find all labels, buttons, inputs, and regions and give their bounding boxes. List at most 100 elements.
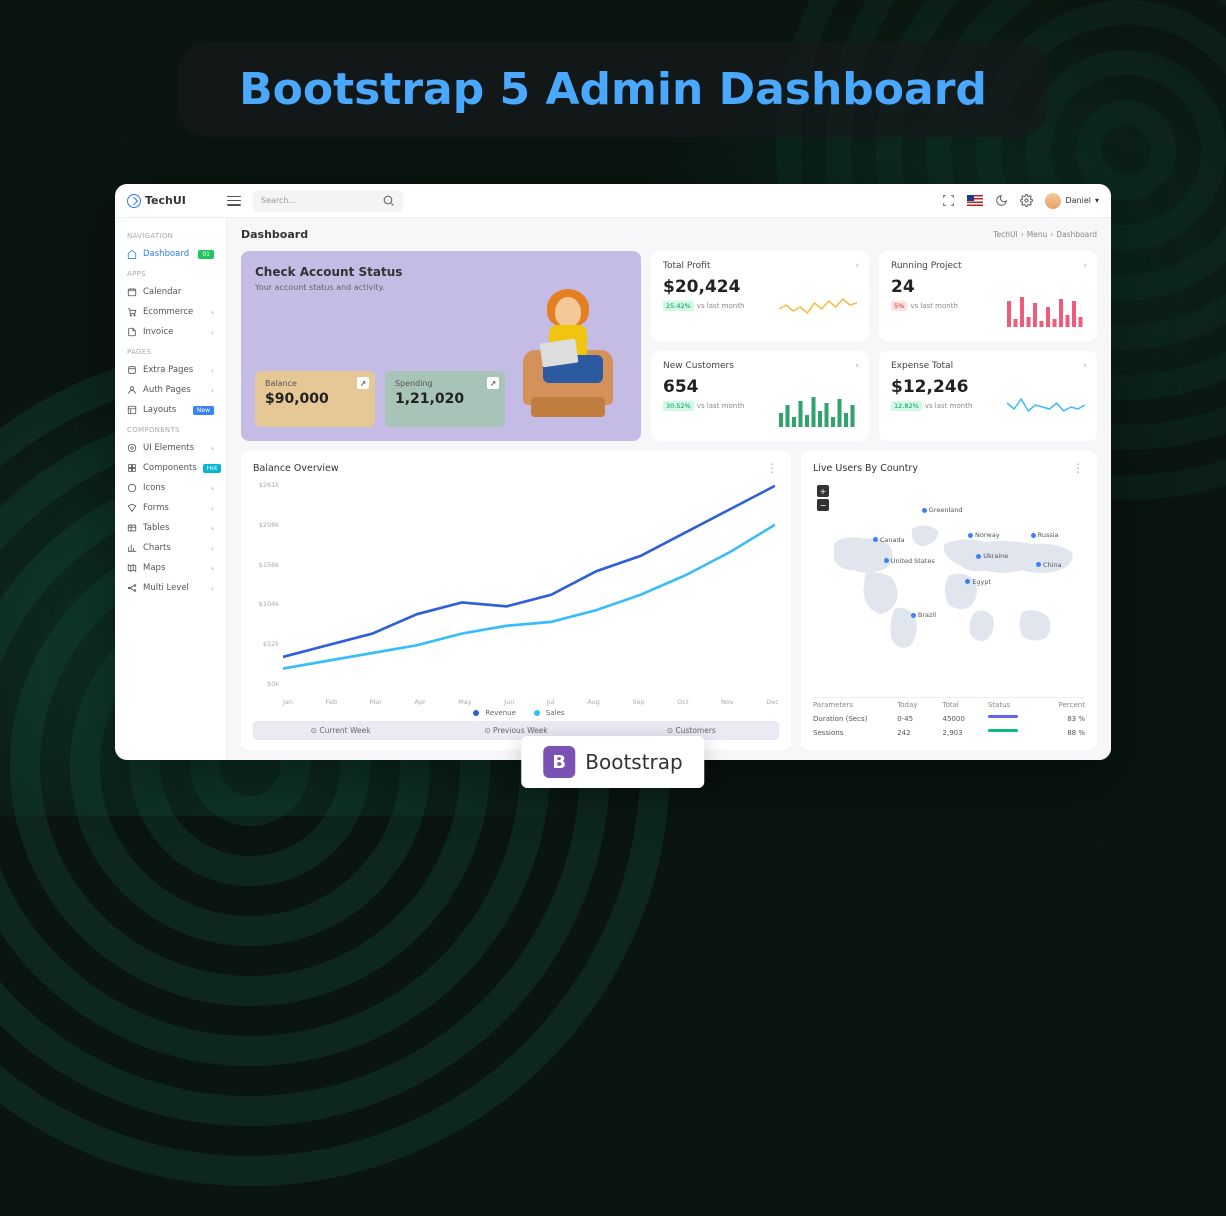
sidebar-item-tables[interactable]: Tables›	[115, 518, 226, 538]
sidebar-item-layouts[interactable]: Layouts New	[115, 400, 226, 420]
chevron-right-icon: ›	[211, 444, 214, 453]
country-marker[interactable]: Norway	[968, 531, 1000, 539]
search-placeholder: Search...	[261, 196, 382, 205]
table-header: Status	[988, 701, 1046, 709]
country-marker[interactable]: Canada	[873, 536, 905, 544]
country-marker[interactable]: Brazil	[911, 611, 936, 619]
more-icon[interactable]: ⋮	[1072, 461, 1085, 475]
sparkline	[779, 287, 857, 327]
kpi-card-expense-total[interactable]: Expense Total $12,246 12.82%vs last mont…	[879, 351, 1097, 441]
avatar	[1045, 193, 1061, 209]
chevron-right-icon: ›	[211, 328, 214, 337]
circle-icon	[127, 483, 137, 493]
sparkline	[1007, 387, 1085, 427]
country-marker[interactable]: Egypt	[965, 578, 991, 586]
spending-label: Spending	[395, 379, 495, 388]
breadcrumb: TechUI›Menu›Dashboard	[993, 230, 1097, 239]
chevron-right-icon: ›	[855, 261, 859, 271]
badge: 01	[198, 250, 214, 259]
chevron-right-icon: ›	[211, 524, 214, 533]
zoom-out-button[interactable]: −	[817, 499, 829, 511]
live-users-panel: Live Users By Country ⋮	[801, 451, 1097, 750]
table-header: Parameters	[813, 701, 897, 709]
sparkline	[1007, 287, 1085, 327]
kpi-card-new-customers[interactable]: New Customers 654 30.52%vs last month ›	[651, 351, 869, 441]
zoom-in-button[interactable]: +	[817, 485, 829, 497]
sidebar-item-ui-elements[interactable]: UI Elements›	[115, 438, 226, 458]
chevron-down-icon: ▾	[1095, 196, 1099, 205]
sidebar-item-label: Auth Pages	[143, 385, 191, 395]
arrow-icon: ↗	[487, 377, 499, 389]
fullscreen-icon[interactable]	[942, 194, 955, 207]
balance-value: $90,000	[265, 391, 365, 407]
bootstrap-label: Bootstrap	[585, 750, 682, 774]
chevron-right-icon: ›	[211, 308, 214, 317]
sidebar-item-maps[interactable]: Maps›	[115, 558, 226, 578]
map-stats-table: ParametersTodayTotalStatusPercentDuratio…	[813, 697, 1085, 740]
sidebar-item-calendar[interactable]: Calendar	[115, 282, 226, 302]
cart-icon	[127, 307, 137, 317]
menu-toggle[interactable]	[227, 196, 241, 206]
sidebar-item-charts[interactable]: Charts›	[115, 538, 226, 558]
sidebar-item-extra-pages[interactable]: Extra Pages›	[115, 360, 226, 380]
sidebar-item-dashboard[interactable]: Dashboard01	[115, 244, 226, 264]
kpi-card-total-profit[interactable]: Total Profit $20,424 25.42%vs last month…	[651, 251, 869, 341]
kpi-card-running-project[interactable]: Running Project 24 5%vs last month ›	[879, 251, 1097, 341]
country-marker[interactable]: United States	[884, 557, 935, 565]
home-icon	[127, 249, 137, 259]
sidebar-item-auth-pages[interactable]: Auth Pages›	[115, 380, 226, 400]
search-icon	[382, 194, 395, 207]
more-icon[interactable]: ⋮	[766, 461, 779, 475]
sidebar-section: APPS	[115, 264, 226, 282]
sidebar-item-multi-level[interactable]: Multi Level›	[115, 578, 226, 598]
ui-icon	[127, 443, 137, 453]
tab-current-week[interactable]: ⊙ Current Week	[253, 721, 428, 740]
chevron-right-icon: ›	[855, 361, 859, 371]
balance-card[interactable]: Balance $90,000 ↗	[255, 371, 375, 427]
sidebar-item-label: Layouts	[143, 405, 176, 415]
sidebar-item-invoice[interactable]: Invoice ›	[115, 322, 226, 342]
sidebar: NAVIGATIONDashboard01APPS Calendar Ecommer…	[115, 218, 227, 760]
sidebar-item-ecommerce[interactable]: Ecommerce›	[115, 302, 226, 322]
app-frame: TechUI Search... Daniel ▾ NAVIGATIONDash…	[115, 184, 1111, 760]
sidebar-item-label: Invoice	[143, 327, 173, 337]
language-flag[interactable]	[967, 195, 983, 206]
sidebar-item-forms[interactable]: Forms›	[115, 498, 226, 518]
form-icon	[127, 503, 137, 513]
sidebar-item-label: Multi Level	[143, 583, 189, 593]
sparkline	[779, 387, 857, 427]
app-logo[interactable]: TechUI	[127, 194, 227, 208]
bootstrap-badge: B Bootstrap	[521, 736, 704, 788]
user-menu[interactable]: Daniel ▾	[1045, 193, 1099, 209]
sidebar-item-label: Calendar	[143, 287, 181, 297]
chevron-right-icon: ›	[211, 484, 214, 493]
table-header: Percent	[1046, 701, 1085, 709]
settings-icon[interactable]	[1020, 194, 1033, 207]
balance-label: Balance	[265, 379, 365, 388]
country-marker[interactable]: Russia	[1031, 531, 1059, 539]
chevron-right-icon: ›	[211, 504, 214, 513]
theme-toggle-icon[interactable]	[995, 194, 1008, 207]
calendar-icon	[127, 287, 137, 297]
user-name: Daniel	[1065, 196, 1091, 205]
sidebar-item-icons[interactable]: Icons›	[115, 478, 226, 498]
sidebar-item-components[interactable]: ComponentsHot	[115, 458, 226, 478]
sidebar-item-label: Maps	[143, 563, 165, 573]
sidebar-section: NAVIGATION	[115, 226, 226, 244]
kpi-title: Total Profit	[663, 261, 857, 271]
country-marker[interactable]: Greenland	[922, 506, 963, 514]
overview-title: Balance Overview	[253, 463, 339, 474]
layout-icon	[127, 405, 137, 415]
chevron-right-icon: ›	[211, 544, 214, 553]
arrow-icon: ↗	[357, 377, 369, 389]
country-marker[interactable]: China	[1036, 561, 1062, 569]
badge: New	[193, 406, 214, 415]
multi-icon	[127, 583, 137, 593]
country-marker[interactable]: Ukraine	[976, 552, 1008, 560]
pages-icon	[127, 365, 137, 375]
world-map[interactable]: + − Greenland Canada Norway Russia United St…	[813, 481, 1085, 691]
chevron-right-icon: ›	[211, 366, 214, 375]
search-input[interactable]: Search...	[253, 190, 403, 212]
spending-card[interactable]: Spending 1,21,020 ↗	[385, 371, 505, 427]
map-title: Live Users By Country	[813, 463, 918, 474]
